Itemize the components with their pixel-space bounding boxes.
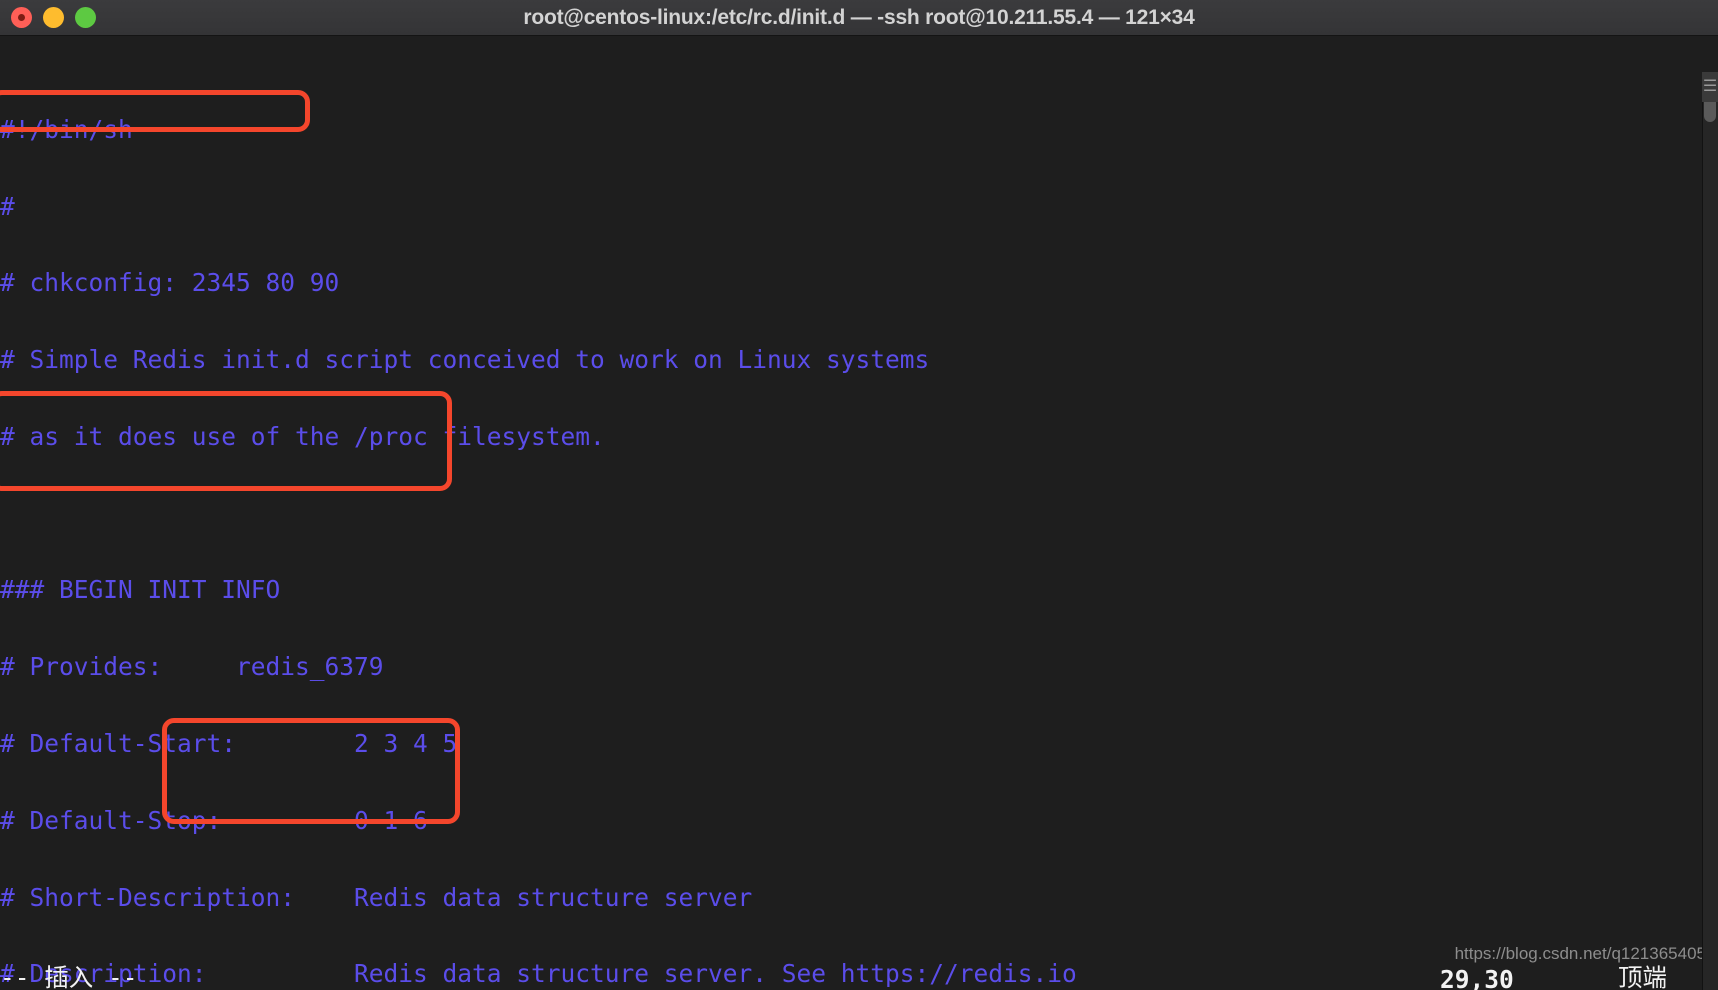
window-title: root@centos-linux:/etc/rc.d/init.d — -ss… bbox=[523, 5, 1195, 29]
terminal-scrollbar-track[interactable] bbox=[1702, 72, 1718, 990]
code-line: #!/bin/sh bbox=[0, 114, 133, 144]
code-line: # bbox=[0, 191, 15, 221]
code-line: # Default-Start: 2 3 4 5 bbox=[0, 729, 458, 759]
code-line: ### BEGIN INIT INFO bbox=[0, 575, 281, 605]
csdn-watermark: https://blog.csdn.net/q121365405 bbox=[1454, 944, 1706, 963]
traffic-light-group bbox=[11, 7, 96, 28]
code-line: # as it does use of the /proc filesystem… bbox=[0, 421, 605, 451]
code-line: # Short-Description: Redis data structur… bbox=[0, 882, 753, 912]
code-line: # chkconfig: 2345 80 90 bbox=[0, 268, 340, 298]
code-line: # Default-Stop: 0 1 6 bbox=[0, 805, 428, 835]
maximize-window-button[interactable] bbox=[75, 7, 96, 28]
vim-mode-indicator: -- 插入 -- bbox=[0, 963, 138, 990]
vim-buffer[interactable]: #!/bin/sh # # chkconfig: 2345 80 90 # Si… bbox=[0, 36, 1136, 990]
code-line: # Simple Redis init.d script conceived t… bbox=[0, 345, 930, 375]
scrollbar-marker-icon: ☰ bbox=[1702, 72, 1718, 102]
minimize-window-button[interactable] bbox=[43, 7, 64, 28]
close-window-button[interactable] bbox=[11, 7, 32, 28]
terminal-view[interactable]: #!/bin/sh # # chkconfig: 2345 80 90 # Si… bbox=[0, 36, 1718, 990]
code-line: # Provides: redis_6379 bbox=[0, 652, 384, 682]
window-titlebar: root@centos-linux:/etc/rc.d/init.d — -ss… bbox=[0, 0, 1718, 36]
vim-cursor-position: 29,30 bbox=[1440, 965, 1514, 990]
